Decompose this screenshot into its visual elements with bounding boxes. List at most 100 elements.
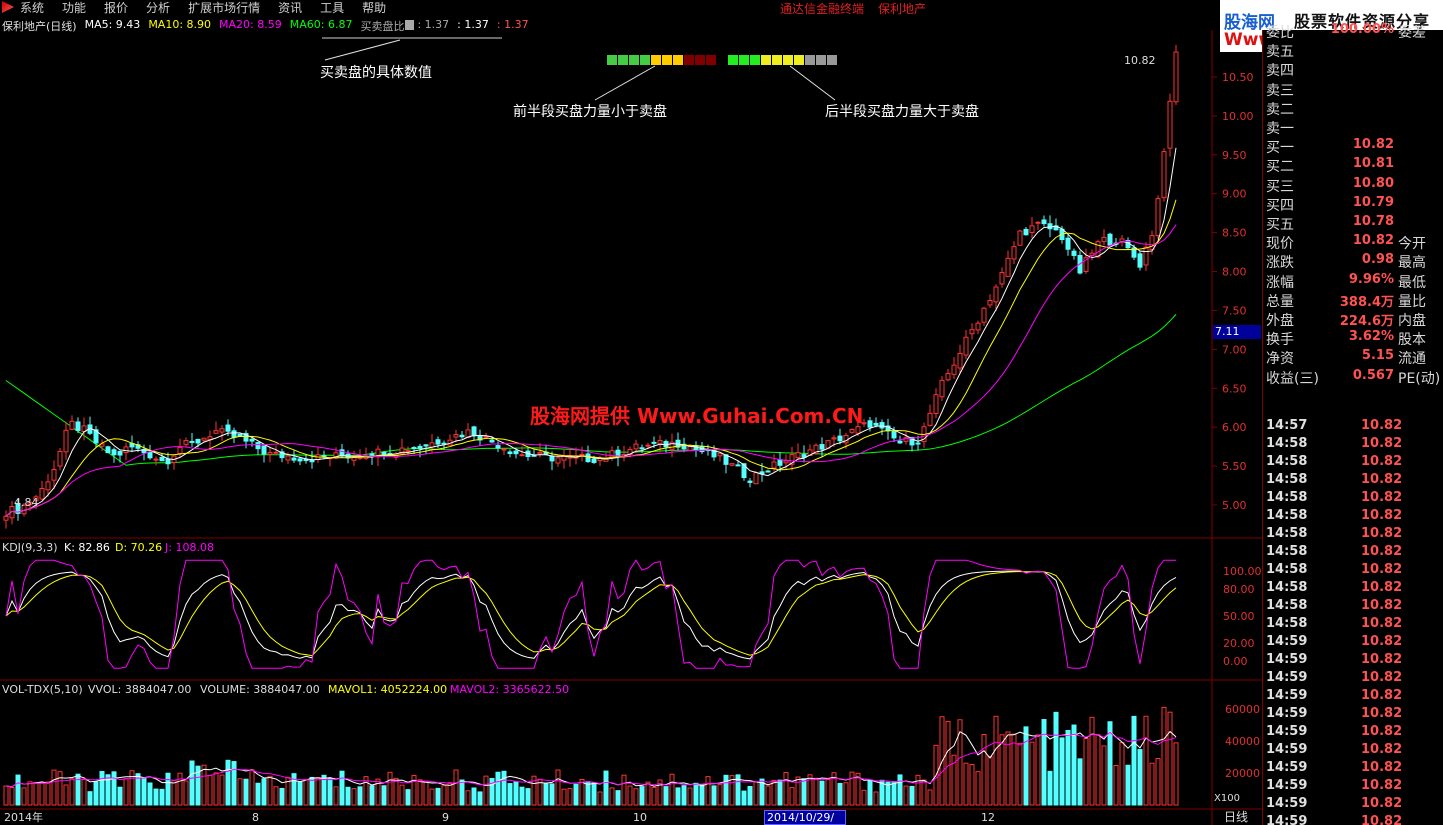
candle-body xyxy=(117,450,123,456)
volume-bar xyxy=(405,789,411,806)
candle-body xyxy=(255,442,261,450)
volume-bar xyxy=(867,780,873,806)
volume-bar xyxy=(1107,721,1113,806)
quote-value: 0.98 xyxy=(1361,252,1394,268)
candle-body xyxy=(1017,230,1023,246)
vol-header: VOL-TDX(5,10) xyxy=(2,683,83,696)
quote-value: 5.15 xyxy=(1361,348,1394,364)
volume-bar xyxy=(1065,729,1071,806)
candle-body xyxy=(897,440,903,444)
volume-bar xyxy=(63,784,69,806)
candle-body xyxy=(831,437,837,440)
volume-bar xyxy=(1095,734,1101,806)
candle-body xyxy=(213,430,219,434)
volume-bar xyxy=(687,787,693,806)
tick-time: 14:59 xyxy=(1266,742,1308,757)
tick-time: 14:58 xyxy=(1266,544,1308,559)
quote-row: 买五 10.78 xyxy=(1266,214,1443,233)
quote-label-2: 今开 xyxy=(1398,236,1426,253)
candle-body xyxy=(1155,198,1161,237)
cursor-date-box: 2014/10/29/三 xyxy=(764,810,846,825)
tick-row: 14:59 10.82 xyxy=(1266,688,1443,706)
quote-label: 卖五 xyxy=(1266,44,1294,61)
candle-body xyxy=(153,458,159,461)
volume-bar xyxy=(123,778,129,806)
candle-body xyxy=(495,445,501,449)
candle-body xyxy=(687,446,693,451)
volume-bar xyxy=(201,764,207,806)
quote-row: 买一 10.82 xyxy=(1266,137,1443,156)
candle-body xyxy=(729,463,735,466)
period-mode[interactable]: 日线 xyxy=(1224,810,1248,824)
tick-price: 10.82 xyxy=(1361,616,1403,631)
tick-row: 14:58 10.82 xyxy=(1266,490,1443,508)
volume-bar xyxy=(279,787,285,806)
volume-bar xyxy=(909,785,915,806)
volume-bar xyxy=(747,785,753,806)
quote-label: 涨幅 xyxy=(1266,274,1294,291)
ratio-bar xyxy=(651,55,661,65)
candle-body xyxy=(747,480,753,483)
volume-bar xyxy=(1161,706,1167,806)
volume-bar xyxy=(1005,731,1011,806)
volume-bar xyxy=(243,778,249,806)
volume-bar xyxy=(699,784,705,806)
tick-time: 14:58 xyxy=(1266,490,1308,505)
quote-label-2: 委差 xyxy=(1398,25,1426,41)
price-marker-value: 7.11 xyxy=(1215,325,1240,338)
volume-bar xyxy=(915,774,921,806)
kdj-j-line xyxy=(5,559,1176,669)
tick-price: 10.82 xyxy=(1361,634,1403,649)
candle-body xyxy=(873,422,879,426)
volume-bar xyxy=(423,780,429,806)
volume-bar xyxy=(501,770,507,806)
kdj-axis-label: 80.00 xyxy=(1223,583,1255,596)
candle-body xyxy=(891,430,897,439)
volume-bar xyxy=(849,771,855,806)
candle-body xyxy=(657,440,663,445)
price-axis-label: 9.00 xyxy=(1222,188,1247,201)
candle-body xyxy=(183,440,189,445)
price-axis-label: 10.00 xyxy=(1222,110,1254,123)
tick-time: 14:58 xyxy=(1266,616,1308,631)
vol-axis-label: 40000 xyxy=(1225,735,1260,748)
candle-body xyxy=(177,446,183,455)
tick-row: 14:59 10.82 xyxy=(1266,760,1443,778)
ratio-bar xyxy=(728,55,738,65)
volume-bar xyxy=(711,785,717,806)
volume-bar xyxy=(117,786,123,806)
volume-bar xyxy=(225,759,231,806)
tick-time: 14:59 xyxy=(1266,778,1308,793)
high-price-label: 10.82 xyxy=(1124,54,1156,67)
quote-label-2: 内盘 xyxy=(1398,313,1426,329)
date-sep: 9 xyxy=(442,811,449,824)
volume-bar xyxy=(783,771,789,806)
center-watermark: 股海网提供 Www.Guhai.Com.CN xyxy=(530,404,864,428)
volume-bar xyxy=(99,770,105,806)
candle-body xyxy=(411,447,417,450)
volume-bar xyxy=(675,787,681,806)
vol-unit: X100 xyxy=(1214,793,1240,804)
ratio-bar xyxy=(629,55,639,65)
candle-body xyxy=(225,424,231,432)
candle-body xyxy=(201,437,207,441)
quote-row: 卖一 xyxy=(1266,118,1443,137)
candle-body xyxy=(915,442,921,445)
candle-body xyxy=(1107,233,1113,246)
volume-bar xyxy=(1113,764,1119,806)
volume-bar xyxy=(495,771,501,806)
candle-body xyxy=(471,426,477,437)
volume-bar xyxy=(291,773,297,806)
volume-bar xyxy=(315,777,321,806)
candle-body xyxy=(651,441,657,444)
tick-row: 14:59 10.82 xyxy=(1266,634,1443,652)
quote-row: 卖三 xyxy=(1266,80,1443,99)
candle-body xyxy=(3,515,9,521)
candle-body xyxy=(429,442,435,448)
tick-time: 14:58 xyxy=(1266,526,1308,541)
candle-body xyxy=(1011,246,1017,260)
quote-label-2: 最低 xyxy=(1398,274,1426,291)
candle-body xyxy=(969,329,975,335)
tick-time: 14:58 xyxy=(1266,436,1308,451)
tick-price: 10.82 xyxy=(1361,778,1403,793)
